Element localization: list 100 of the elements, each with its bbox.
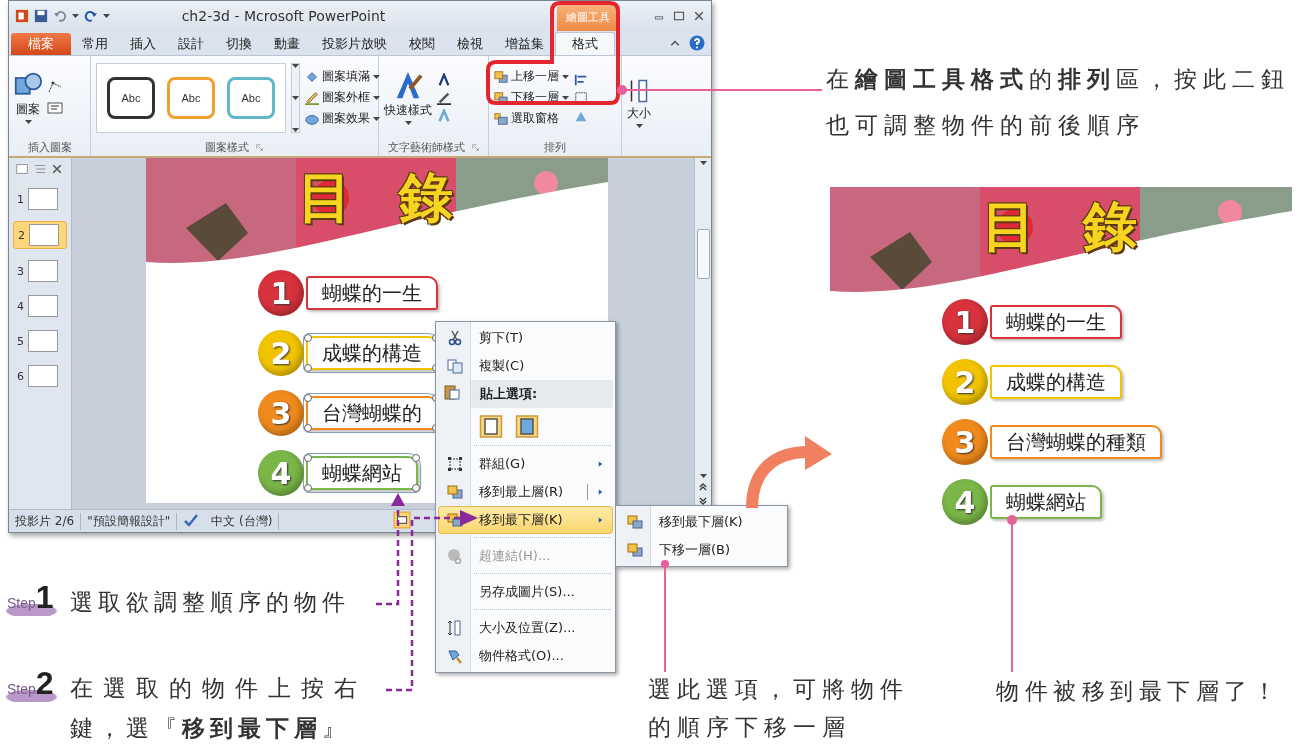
paste-picture-icon[interactable] (515, 412, 539, 438)
menu-item[interactable]: 剪下(T) (438, 324, 613, 352)
close-icon[interactable] (693, 10, 705, 22)
caret-icon[interactable] (699, 161, 707, 165)
quick-styles-button[interactable]: 快速樣式 (384, 70, 432, 125)
arrange-command[interactable]: 上移一層 (494, 68, 569, 85)
status-text: 投影片 2/6 (9, 512, 82, 530)
caret-icon[interactable] (373, 74, 380, 79)
ribbon-tab[interactable]: 格式 (555, 32, 615, 55)
menu-item[interactable]: 移到最下層(K) (438, 506, 613, 534)
slide-thumbnail[interactable]: 1 (13, 186, 67, 212)
slide-item-label[interactable]: 蝴蝶網站 (306, 456, 418, 490)
selection-pane-icon (494, 111, 508, 126)
caret-icon[interactable] (562, 95, 569, 100)
help-icon[interactable] (689, 35, 705, 51)
scroll-thumb[interactable] (696, 229, 710, 279)
caret-icon[interactable] (373, 95, 380, 100)
caret-icon[interactable] (373, 116, 380, 121)
text-box-icon[interactable] (47, 99, 63, 116)
callout-text: 物件被移到最下層了！ (996, 677, 1282, 706)
arrange-command[interactable]: 選取窗格 (494, 110, 569, 127)
slide-item-label[interactable]: 蝴蝶的一生 (306, 276, 438, 310)
ribbon-tab[interactable]: 檔案 (11, 33, 71, 55)
ribbon-tab[interactable]: 增益集 (494, 33, 555, 55)
ribbon-tab[interactable]: 常用 (71, 33, 119, 55)
slide-thumbnail[interactable]: 4 (13, 293, 67, 319)
slide-item-label[interactable]: 成蝶的構造 (990, 365, 1122, 399)
scissors-icon (447, 330, 463, 346)
caret-icon[interactable] (562, 74, 569, 79)
caret-icon[interactable] (699, 474, 707, 478)
ribbon-tab[interactable]: 投影片放映 (311, 33, 398, 55)
caret-icon[interactable] (24, 120, 32, 124)
menu-item[interactable]: 另存成圖片(S)... (438, 578, 613, 606)
paste-keep-text-icon[interactable] (479, 412, 503, 438)
menu-item[interactable]: 移到最上層(R) (438, 478, 613, 506)
slide-thumbnail[interactable]: 6 (13, 363, 67, 389)
redo-icon[interactable] (84, 9, 98, 23)
previous-slide-icon[interactable] (698, 482, 708, 492)
caret-icon[interactable] (72, 14, 79, 18)
text-outline-icon[interactable] (437, 90, 451, 105)
slide-thumbnail[interactable]: 2 (13, 221, 67, 249)
copy-icon (447, 358, 463, 374)
menu-item[interactable]: 群組(G) (438, 450, 613, 478)
slide-item-label[interactable]: 蝴蝶的一生 (990, 305, 1122, 339)
ribbon-tab[interactable]: 校閱 (398, 33, 446, 55)
caret-icon[interactable] (292, 95, 299, 100)
slides-tab-icon[interactable] (15, 162, 29, 176)
caret-icon[interactable] (292, 63, 299, 68)
slide-item-label[interactable]: 台灣蝴蝶的種類 (990, 425, 1162, 459)
menu-item[interactable]: 物件格式(O)... (438, 642, 613, 670)
slide-item-label[interactable]: 蝴蝶網站 (990, 485, 1102, 519)
slide-thumbnail[interactable]: 5 (13, 328, 67, 354)
align-icon[interactable] (574, 72, 588, 87)
text-fill-icon[interactable] (437, 72, 451, 87)
window-title: ch2-3d - Mcrosoft PowerPoint (180, 8, 387, 24)
ribbon-tab[interactable]: 設計 (167, 33, 215, 55)
number-badge: 2 (258, 330, 304, 376)
number-badge: 4 (258, 450, 304, 496)
group-label: 排列 (543, 140, 567, 156)
ribbon-tab[interactable]: 切換 (215, 33, 263, 55)
style-sample[interactable]: Abc (227, 76, 275, 119)
ribbon-tab[interactable]: 動畫 (263, 33, 311, 55)
next-slide-icon[interactable] (698, 496, 708, 506)
app-icon[interactable] (15, 9, 29, 23)
gallery-scroll[interactable] (291, 62, 300, 133)
slide-thumbnail[interactable]: 3 (13, 258, 67, 284)
slide-item-label[interactable]: 台灣蝴蝶的 (306, 396, 438, 430)
size-button[interactable]: 大小 (627, 78, 651, 128)
ribbon-tab[interactable]: 檢視 (446, 33, 494, 55)
menu-item[interactable]: 複製(C) (438, 352, 613, 380)
menu-item[interactable]: 大小及位置(Z)... (438, 614, 613, 642)
format-brush-icon (447, 648, 463, 664)
caret-icon[interactable] (103, 14, 110, 18)
style-sample[interactable]: Abc (167, 76, 215, 119)
menu-item[interactable]: 下移一層(B) (618, 536, 785, 564)
step-text: 選取欲調整順序的物件 (69, 588, 351, 617)
globe-link-icon (447, 548, 463, 564)
shape-style-command[interactable]: 圖案外框 (305, 89, 380, 106)
paste-icon (444, 384, 460, 400)
caret-icon[interactable] (292, 127, 299, 132)
pen-outline-icon (305, 90, 319, 105)
status-text: 中文 (台灣) (205, 512, 280, 530)
caret-icon[interactable] (404, 121, 412, 125)
menu-item[interactable]: 移到最下層(K) (618, 508, 785, 536)
maximize-icon[interactable] (673, 10, 685, 22)
group-icon (447, 456, 463, 472)
shapes-button[interactable]: 圖案 (14, 71, 42, 124)
step-text: 在選取的物件上按右鍵，選『移到最下層』 (69, 674, 362, 743)
save-icon[interactable] (34, 9, 48, 23)
close-icon[interactable] (51, 163, 63, 175)
caret-icon[interactable] (635, 123, 643, 128)
shape-style-command[interactable]: 圖案效果 (305, 110, 380, 127)
undo-icon[interactable] (53, 9, 67, 23)
normal-view-icon[interactable] (393, 510, 412, 529)
number-badge: 4 (942, 479, 988, 525)
slide-item-label[interactable]: 成蝶的構造 (306, 336, 438, 370)
style-sample[interactable]: Abc (107, 76, 155, 119)
ribbon-tab[interactable]: 插入 (119, 33, 167, 55)
shape-style-command[interactable]: 圖案填滿 (305, 68, 380, 85)
slide-title: 目 錄 (298, 165, 467, 231)
